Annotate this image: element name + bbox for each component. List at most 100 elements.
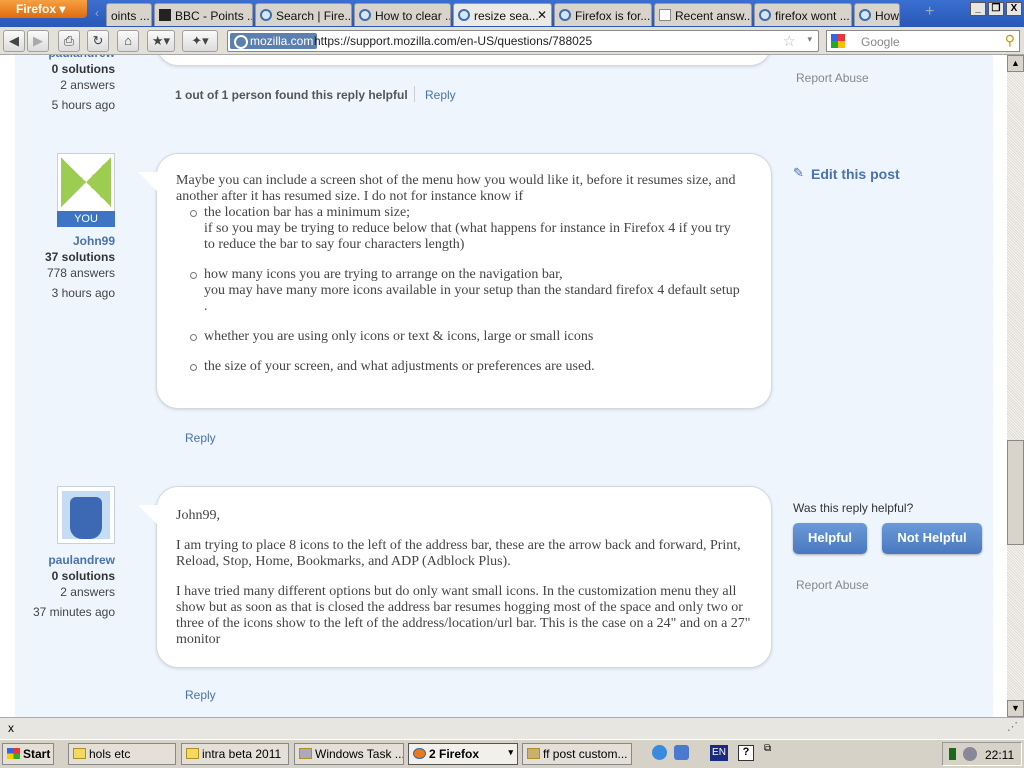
- avatar-image: [62, 491, 110, 539]
- username-link[interactable]: John99: [5, 233, 115, 249]
- taskbar-label: hols etc: [89, 747, 131, 761]
- home-icon[interactable]: ⌂: [117, 30, 139, 52]
- reload-icon[interactable]: ↻: [87, 30, 109, 52]
- helpful-question: Was this reply helpful?: [793, 501, 914, 515]
- list-item: the location bar has a minimum size; if s…: [189, 205, 741, 253]
- document-icon: [527, 748, 540, 759]
- tab-title: oints ...: [111, 9, 150, 23]
- solutions-count: 37 solutions: [44, 250, 115, 264]
- tab[interactable]: How to clear ...: [354, 3, 451, 26]
- forward-icon[interactable]: ▶: [27, 30, 49, 52]
- post-time: 37 minutes ago: [32, 605, 115, 619]
- close-window-icon[interactable]: X: [1006, 2, 1022, 16]
- tab-title: resize sea...: [474, 9, 539, 23]
- avatar: [57, 486, 115, 544]
- tab-active[interactable]: resize sea... ✕: [453, 3, 552, 26]
- new-tab-icon[interactable]: +: [925, 3, 934, 21]
- taskbar-item[interactable]: Windows Task ...: [294, 743, 404, 765]
- username-link[interactable]: paulandrew: [5, 552, 115, 568]
- post-intro: Maybe you can include a screen shot of t…: [176, 173, 736, 204]
- post-paragraph: John99,: [176, 508, 220, 523]
- tab-title: Firefox is for...: [575, 9, 651, 23]
- tab[interactable]: oints ...: [106, 3, 152, 26]
- tab-title: Recent answ...: [675, 9, 752, 23]
- language-indicator[interactable]: EN: [710, 745, 728, 761]
- post-author-info: John99 37 solutions 778 answers 3 hours …: [5, 233, 115, 301]
- taskbar-item[interactable]: intra beta 2011: [181, 743, 289, 765]
- bookmark-star-icon[interactable]: ☆: [783, 32, 796, 50]
- tab[interactable]: Recent answ...: [654, 3, 752, 26]
- taskbar-item-active[interactable]: 2 Firefox ▾: [408, 743, 518, 765]
- tab-scroll-left-icon[interactable]: ‹: [95, 6, 99, 20]
- list-item: the size of your screen, and what adjust…: [189, 359, 741, 375]
- tab[interactable]: Search | Fire...: [255, 3, 352, 26]
- bookmarks-icon[interactable]: ★▾: [147, 30, 175, 52]
- taskbar-label: 2 Firefox: [429, 747, 480, 761]
- post-paragraph: I am trying to place 8 icons to the left…: [176, 538, 741, 569]
- bullet-line: the size of your screen, and what adjust…: [204, 359, 595, 374]
- not-helpful-button[interactable]: Not Helpful: [882, 523, 982, 554]
- history-dropdown-icon[interactable]: ▾: [807, 34, 812, 45]
- search-box[interactable]: Google ⚲: [826, 30, 1020, 52]
- tab-bar: Firefox ▾ ‹ oints ... BBC - Points ... S…: [0, 0, 1024, 27]
- tab-title: How to clear ...: [375, 9, 451, 23]
- avatar: YOU: [57, 153, 115, 227]
- system-tray: 22:11: [942, 742, 1022, 766]
- minimize-icon[interactable]: _: [970, 2, 986, 16]
- adblock-icon[interactable]: ✦▾: [182, 30, 218, 52]
- bullet-list: the location bar has a minimum size; if s…: [189, 205, 741, 375]
- answers-count: 2 answers: [60, 585, 115, 599]
- edit-post-link[interactable]: Edit this post: [811, 166, 900, 182]
- scrollbar-thumb[interactable]: [1007, 440, 1024, 545]
- volume-icon[interactable]: [963, 747, 977, 761]
- print-icon[interactable]: ⎙: [58, 30, 80, 52]
- report-abuse-link[interactable]: Report Abuse: [796, 71, 869, 85]
- solutions-count: 0 solutions: [51, 62, 115, 76]
- scroll-down-icon[interactable]: ▼: [1007, 700, 1024, 717]
- tab[interactable]: firefox wont ...: [754, 3, 852, 26]
- reply-link[interactable]: Reply: [185, 688, 216, 702]
- firefox-menu-label: Firefox: [16, 2, 57, 16]
- tab[interactable]: Firefox is for...: [554, 3, 652, 26]
- folder-icon: [186, 748, 199, 759]
- tab[interactable]: BBC - Points ...: [154, 3, 253, 26]
- post-paragraph: I have tried many different options but …: [176, 584, 751, 647]
- post-bubble: [156, 55, 772, 66]
- ie-icon[interactable]: [652, 745, 667, 760]
- search-magnifier-icon[interactable]: ⚲: [1005, 32, 1015, 49]
- close-tab-icon[interactable]: ✕: [537, 8, 547, 22]
- mozilla-icon: [458, 9, 470, 21]
- restore-icon[interactable]: ❐: [988, 2, 1004, 16]
- taskbar: Start hols etc intra beta 2011 Windows T…: [0, 739, 1024, 768]
- reply-link[interactable]: Reply: [425, 88, 456, 102]
- scroll-up-icon[interactable]: ▲: [1007, 55, 1024, 72]
- help-icon[interactable]: ?: [738, 745, 754, 761]
- taskbar-item[interactable]: ff post custom...: [522, 743, 632, 765]
- post-author-info: paulandrew 0 solutions 2 answers 37 minu…: [5, 552, 115, 620]
- url-text: https://support.mozilla.com/en-US/questi…: [314, 34, 593, 48]
- helpful-button[interactable]: Helpful: [793, 523, 867, 554]
- firefox-menu-button[interactable]: Firefox ▾: [0, 0, 87, 18]
- start-button[interactable]: Start: [2, 743, 54, 765]
- bullet-line: if so you may be trying to reduce below …: [204, 221, 731, 252]
- tray-icon[interactable]: [949, 748, 956, 760]
- quicklaunch-icon[interactable]: [674, 745, 689, 760]
- desktop-icon[interactable]: ⧉: [764, 743, 771, 754]
- address-bar[interactable]: mozilla.com https://support.mozilla.com/…: [227, 30, 819, 52]
- tab-title: BBC - Points ...: [175, 9, 253, 23]
- taskbar-item[interactable]: hols etc: [68, 743, 176, 765]
- report-abuse-link[interactable]: Report Abuse: [796, 578, 869, 592]
- list-item: whether you are using only icons or text…: [189, 329, 741, 345]
- google-icon: [831, 34, 845, 48]
- mozilla-icon: [759, 9, 771, 21]
- computer-icon: [299, 748, 312, 759]
- close-bar-icon[interactable]: x: [8, 721, 14, 735]
- tab[interactable]: How: [854, 3, 900, 26]
- mozilla-icon: [859, 9, 871, 21]
- reply-link[interactable]: Reply: [185, 431, 216, 445]
- site-identity-button[interactable]: mozilla.com: [230, 33, 318, 49]
- window-controls: _ ❐ X: [970, 2, 1022, 16]
- divider: [414, 86, 415, 102]
- vertical-scrollbar[interactable]: ▲ ▼: [1007, 55, 1024, 717]
- back-icon[interactable]: ◀: [3, 30, 25, 52]
